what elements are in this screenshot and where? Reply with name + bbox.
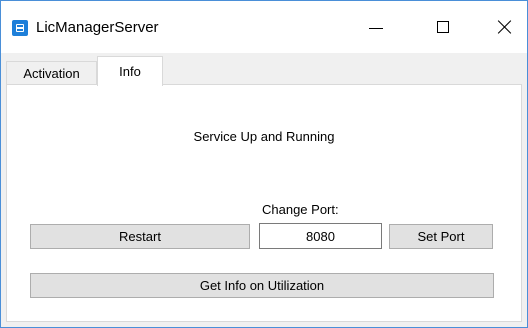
maximize-button[interactable]	[420, 1, 466, 53]
set-port-button[interactable]: Set Port	[389, 224, 493, 249]
title-bar[interactable]: LicManagerServer	[1, 1, 527, 53]
window-title: LicManagerServer	[36, 19, 159, 36]
minimize-button[interactable]	[353, 1, 399, 53]
app-icon	[12, 20, 28, 36]
service-status-text: Service Up and Running	[193, 129, 335, 144]
change-port-label: Change Port:	[262, 202, 339, 217]
get-info-button[interactable]: Get Info on Utilization	[30, 273, 494, 298]
restart-button[interactable]: Restart	[30, 224, 250, 249]
minimize-icon	[369, 27, 383, 29]
close-button[interactable]	[482, 1, 527, 53]
tab-activation[interactable]: Activation	[6, 61, 97, 85]
close-icon	[498, 20, 512, 34]
tab-strip: Activation Info	[1, 53, 527, 86]
port-input[interactable]	[259, 223, 382, 249]
tab-info[interactable]: Info	[97, 56, 163, 86]
maximize-icon	[437, 21, 449, 33]
